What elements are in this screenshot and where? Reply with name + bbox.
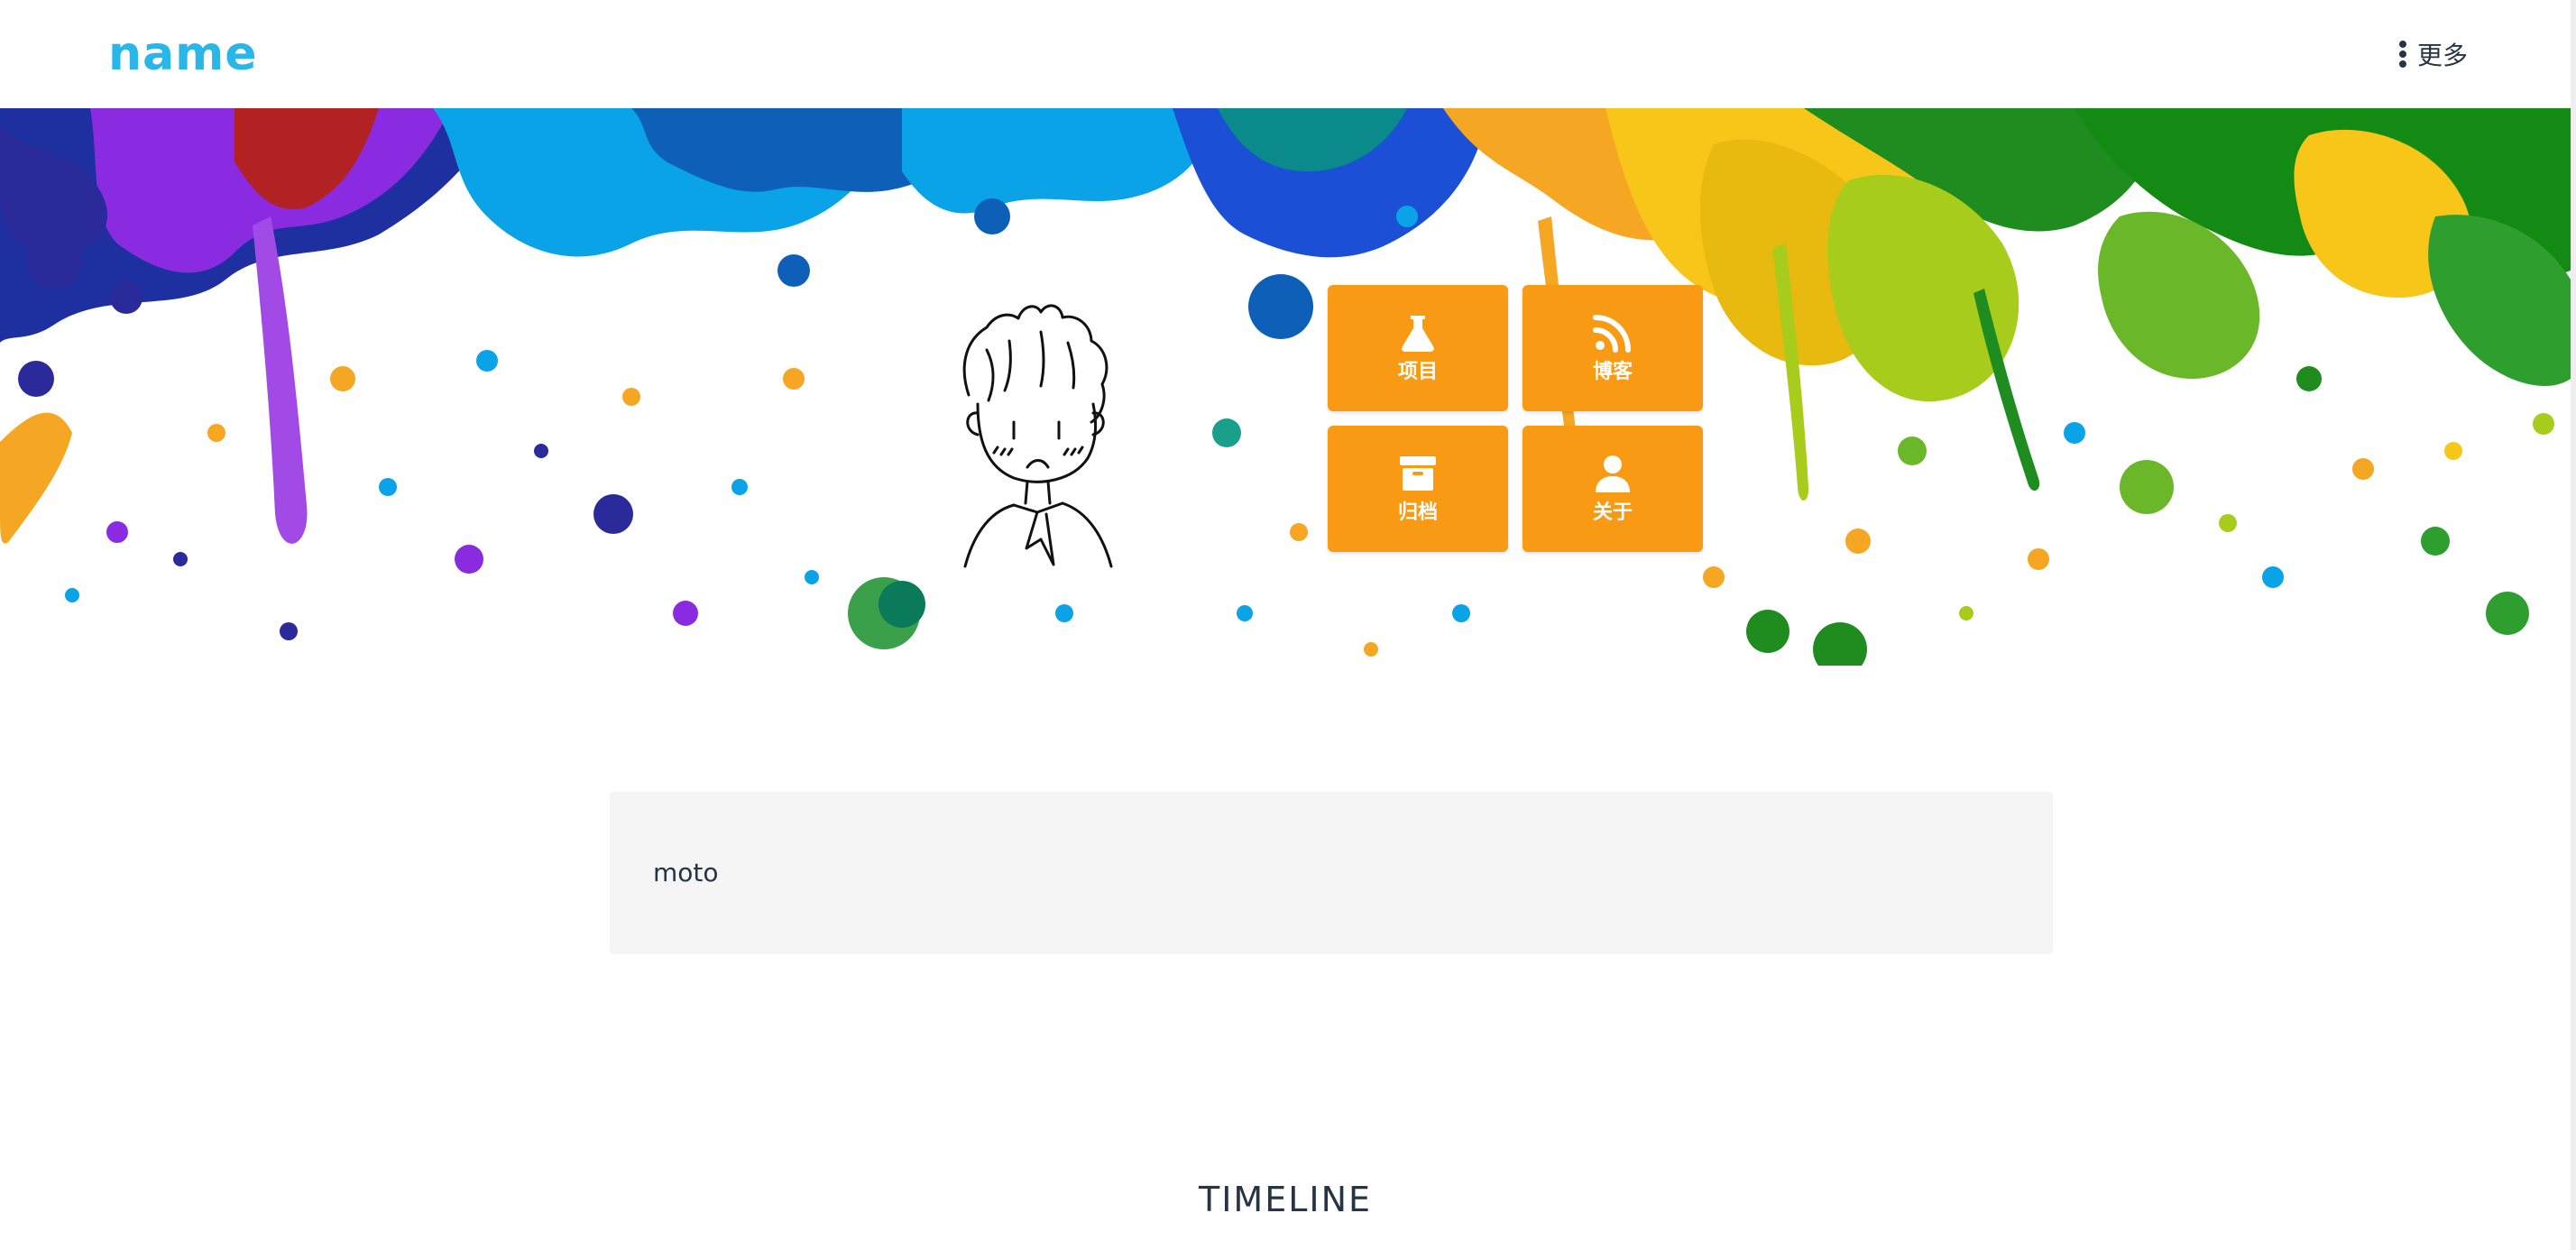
tile-archive[interactable]: 归档 [1328,426,1508,552]
tile-about[interactable]: 关于 [1523,426,1703,552]
paint-splash-background [0,108,2571,666]
tile-blog[interactable]: 博客 [1523,285,1703,411]
user-icon [1596,455,1630,492]
rss-icon [1593,315,1631,353]
tile-projects-label: 项目 [1397,361,1438,383]
motto-text: moto [653,858,719,887]
page: name 更多 项目 博客 归档 关于 moto TIMELINE [0,0,2576,1250]
timeline-heading: TIMELINE [1198,1180,1373,1219]
tile-archive-label: 归档 [1397,501,1438,524]
more-menu-label: 更多 [2417,41,2469,70]
tile-about-label: 关于 [1592,501,1633,524]
nav-tiles: 项目 博客 归档 关于 [1328,285,1705,552]
hero-banner: 项目 博客 归档 关于 [0,108,2571,666]
top-navbar: name 更多 [0,0,2576,108]
flask-icon [1402,316,1434,352]
tile-projects[interactable]: 项目 [1328,285,1508,411]
page-scrollbar[interactable] [2571,0,2576,1250]
tile-blog-label: 博客 [1592,361,1633,383]
motto-card: moto [610,792,2053,954]
site-brand-link[interactable]: name [108,22,258,87]
profile-avatar [860,242,1212,593]
vertical-ellipsis-icon [2399,41,2406,68]
archive-box-icon [1400,456,1436,491]
more-menu-button[interactable]: 更多 [2399,31,2468,78]
avatar-illustration [962,304,1113,568]
